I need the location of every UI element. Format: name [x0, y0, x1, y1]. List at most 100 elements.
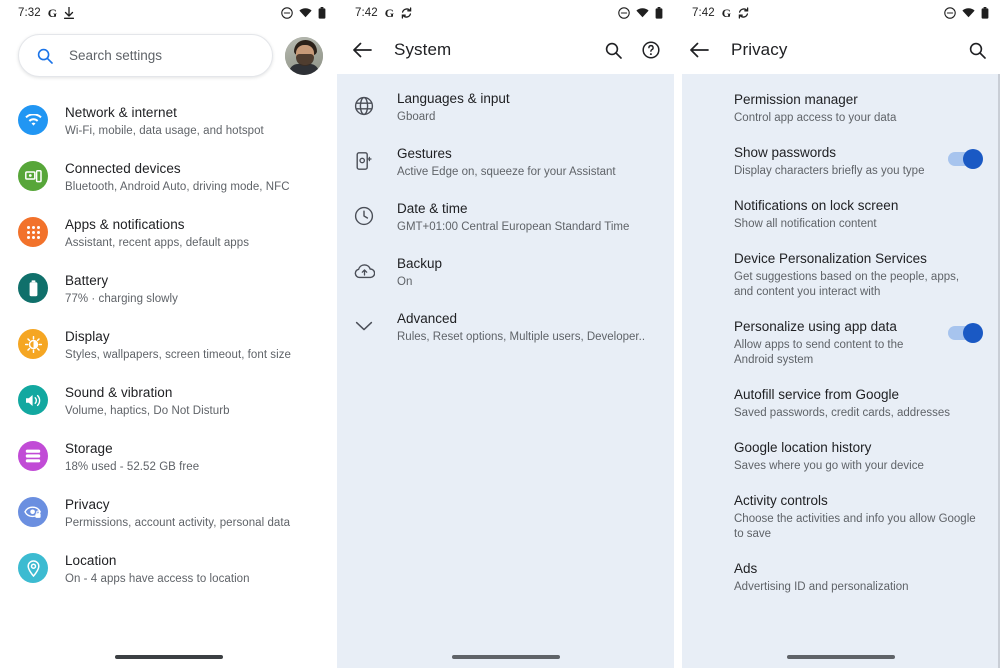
item-subtitle: Show all notification content: [734, 218, 877, 230]
item-subtitle: 18% used - 52.52 GB free: [65, 461, 200, 473]
app-bar: System: [337, 26, 674, 74]
item-subtitle: On - 4 apps have access to location: [65, 573, 250, 585]
item-title: Battery: [65, 273, 109, 288]
settings-item-privacy[interactable]: Privacy Permissions, account activity, p…: [0, 485, 337, 541]
system-item-gestures[interactable]: Gestures Active Edge on, squeeze for you…: [337, 135, 674, 190]
privacy-item-device-personalization[interactable]: Device Personalization Services Get sugg…: [682, 241, 1000, 309]
devices-icon: [18, 161, 48, 191]
item-title: Autofill service from Google: [734, 387, 900, 402]
home-indicator: [451, 655, 560, 659]
page-title: System: [394, 40, 452, 59]
settings-item-connected-devices[interactable]: Connected devices Bluetooth, Android Aut…: [0, 149, 337, 205]
settings-item-battery[interactable]: Battery 77% · charging slowly: [0, 261, 337, 317]
settings-item-storage[interactable]: Storage 18% used - 52.52 GB free: [0, 429, 337, 485]
search-row: Search settings: [0, 26, 337, 91]
settings-item-sound[interactable]: Sound & vibration Volume, haptics, Do No…: [0, 373, 337, 429]
status-time: 7:42: [355, 7, 378, 19]
three-phone-screenshots: 7:32 G Search settings Network & interne…: [0, 0, 1000, 668]
item-title: Device Personalization Services: [734, 251, 927, 266]
apps-grid-icon: [18, 217, 48, 247]
search-icon: [37, 48, 53, 64]
back-arrow-icon[interactable]: [690, 42, 709, 58]
privacy-item-location-history[interactable]: Google location history Saves where you …: [682, 430, 1000, 483]
item-title: Gestures: [397, 146, 452, 161]
item-subtitle: GMT+01:00 Central European Standard Time: [397, 221, 630, 233]
privacy-eye-icon: [18, 497, 48, 527]
privacy-item-autofill[interactable]: Autofill service from Google Saved passw…: [682, 377, 1000, 430]
status-bar: 7:42 G: [674, 0, 1000, 26]
settings-item-network[interactable]: Network & internet Wi-Fi, mobile, data u…: [0, 93, 337, 149]
search-placeholder: Search settings: [69, 48, 163, 63]
volume-icon: [18, 385, 48, 415]
item-subtitle: Active Edge on, squeeze for your Assista…: [397, 166, 616, 178]
wifi-icon: [636, 8, 649, 18]
system-item-advanced[interactable]: Advanced Rules, Reset options, Multiple …: [337, 300, 674, 355]
system-item-backup[interactable]: Backup On: [337, 245, 674, 300]
item-title: Ads: [734, 561, 758, 576]
battery-icon: [981, 7, 989, 19]
dnd-icon: [281, 7, 293, 19]
item-subtitle: Advertising ID and personalization: [734, 581, 909, 593]
system-item-languages[interactable]: Languages & input Gboard: [337, 80, 674, 135]
item-title: Network & internet: [65, 105, 177, 120]
avatar[interactable]: [285, 36, 323, 75]
back-arrow-icon[interactable]: [353, 42, 372, 58]
privacy-item-ads[interactable]: Ads Advertising ID and personalization: [682, 551, 1000, 604]
download-icon: [64, 7, 75, 19]
item-subtitle: Gboard: [397, 111, 436, 123]
status-bar-left: 7:42 G: [692, 6, 749, 21]
item-title: Languages & input: [397, 91, 510, 106]
item-title: Sound & vibration: [65, 385, 173, 400]
wifi-icon: [299, 8, 312, 18]
privacy-item-show-passwords[interactable]: Show passwords Display characters briefl…: [682, 135, 1000, 188]
settings-item-location[interactable]: Location On - 4 apps have access to loca…: [0, 541, 337, 597]
status-bar: 7:32 G: [0, 0, 337, 26]
globe-icon: [351, 93, 377, 119]
item-title: Display: [65, 329, 110, 344]
cloud-upload-icon: [351, 258, 377, 284]
item-title: Date & time: [397, 201, 468, 216]
status-bar: 7:42 G: [337, 0, 674, 26]
item-subtitle: Volume, haptics, Do Not Disturb: [65, 405, 230, 417]
item-subtitle: Wi-Fi, mobile, data usage, and hotspot: [65, 125, 264, 137]
item-title: Advanced: [397, 311, 458, 326]
panel-privacy-settings: 7:42 G Privacy Permission manager Contro…: [674, 0, 1000, 668]
settings-list: Network & internet Wi-Fi, mobile, data u…: [0, 91, 337, 597]
help-icon[interactable]: [642, 41, 660, 59]
item-title: Google location history: [734, 440, 872, 455]
item-title: Connected devices: [65, 161, 181, 176]
clock-icon: [351, 203, 377, 229]
dnd-icon: [618, 7, 630, 19]
settings-item-apps[interactable]: Apps & notifications Assistant, recent a…: [0, 205, 337, 261]
privacy-list: Permission manager Control app access to…: [674, 74, 1000, 668]
search-input[interactable]: Search settings: [18, 34, 273, 77]
search-icon[interactable]: [969, 42, 986, 59]
home-indicator: [114, 655, 223, 659]
status-bar-right: [281, 7, 326, 19]
status-time: 7:42: [692, 7, 715, 19]
system-item-datetime[interactable]: Date & time GMT+01:00 Central European S…: [337, 190, 674, 245]
settings-item-display[interactable]: Display Styles, wallpapers, screen timeo…: [0, 317, 337, 373]
sync-icon: [401, 7, 412, 19]
item-subtitle: Bluetooth, Android Auto, driving mode, N…: [65, 181, 290, 193]
google-g-icon: G: [47, 5, 58, 20]
google-g-icon: G: [721, 5, 732, 20]
privacy-item-activity-controls[interactable]: Activity controls Choose the activities …: [682, 483, 1000, 551]
item-subtitle: Display characters briefly as you type: [734, 165, 925, 177]
item-title: Location: [65, 553, 117, 568]
battery-icon: [18, 273, 48, 303]
item-subtitle: Styles, wallpapers, screen timeout, font…: [65, 349, 291, 361]
search-icon[interactable]: [605, 42, 622, 59]
privacy-item-personalize-app-data[interactable]: Personalize using app data Allow apps to…: [682, 309, 1000, 377]
item-title: Storage: [65, 441, 113, 456]
status-bar-right: [944, 7, 989, 19]
item-subtitle: Choose the activities and info you allow…: [734, 513, 976, 540]
item-title: Privacy: [65, 497, 110, 512]
toggle-personalize-app-data[interactable]: [948, 323, 983, 343]
privacy-item-notifications-lock-screen[interactable]: Notifications on lock screen Show all no…: [682, 188, 1000, 241]
toggle-show-passwords[interactable]: [948, 149, 983, 169]
status-time: 7:32: [18, 7, 41, 19]
privacy-item-permission-manager[interactable]: Permission manager Control app access to…: [682, 82, 1000, 135]
page-title: Privacy: [731, 40, 788, 59]
item-title: Permission manager: [734, 92, 858, 107]
